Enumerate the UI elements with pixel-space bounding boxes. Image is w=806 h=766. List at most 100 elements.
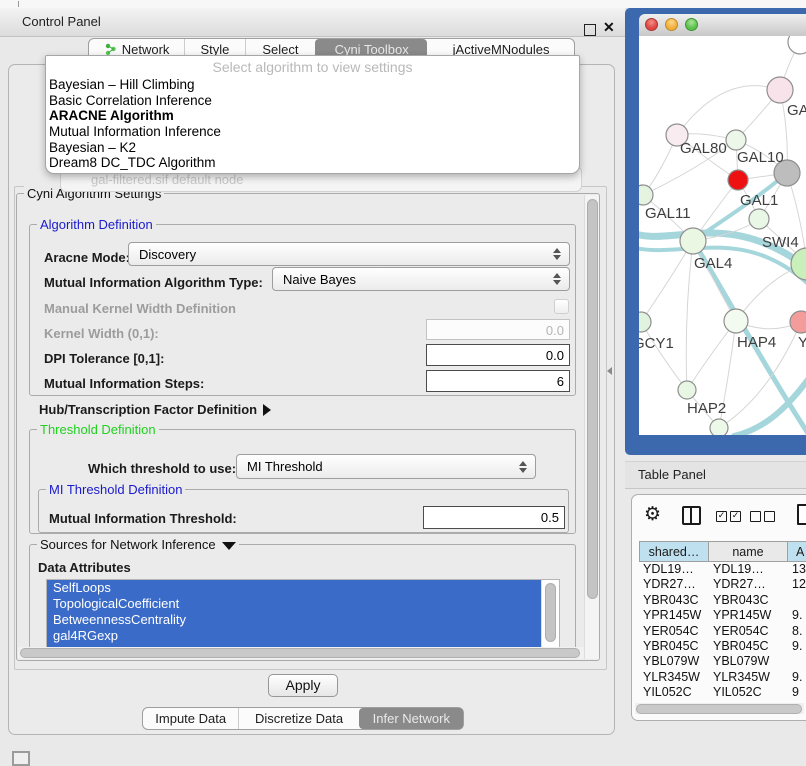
algorithm-dropdown-list: Select algorithm to view settings Bayesi… bbox=[45, 55, 580, 174]
table-row[interactable]: YPR145W YPR145W 9. bbox=[639, 608, 806, 623]
table-hscrollbar-thumb[interactable] bbox=[636, 704, 802, 714]
kernel-width-field[interactable]: 0.0 bbox=[426, 319, 570, 340]
column-header-name[interactable]: name bbox=[709, 541, 788, 562]
table-row[interactable]: YDR27… YDR27… 12 bbox=[639, 577, 806, 592]
node-label: GAL80 bbox=[680, 140, 727, 157]
algorithm-option[interactable]: Dream8 DC_TDC Algorithm bbox=[46, 155, 579, 171]
mi-steps-field[interactable]: 6 bbox=[426, 370, 570, 392]
node-label: HAP2 bbox=[687, 400, 726, 417]
list-scrollbar-thumb[interactable] bbox=[545, 583, 556, 642]
node-big-green[interactable] bbox=[791, 248, 806, 280]
node-label: GAL4 bbox=[694, 255, 732, 272]
settings-scrollbar-track[interactable] bbox=[584, 195, 599, 659]
node-unlabeled-top[interactable] bbox=[788, 36, 806, 54]
table-row[interactable]: YIL052C YIL052C 9 bbox=[639, 685, 806, 700]
table-row[interactable]: YBR045C YBR045C 9. bbox=[639, 639, 806, 654]
mi-algorithm-type-value: Naive Bayes bbox=[283, 272, 356, 287]
minimized-panel-icon[interactable] bbox=[12, 751, 30, 766]
manual-kernel-width-checkbox[interactable] bbox=[554, 299, 569, 314]
node-gal10[interactable] bbox=[726, 130, 746, 150]
dpi-tolerance-field[interactable]: 0.0 bbox=[426, 344, 570, 366]
table-row[interactable]: YBL079W YBL079W bbox=[639, 654, 806, 669]
gear-icon[interactable]: ⚙ bbox=[644, 503, 661, 525]
network-window-titlebar[interactable] bbox=[639, 14, 806, 37]
tab-discretize-data[interactable]: Discretize Data bbox=[238, 708, 358, 729]
aracne-mode-select[interactable]: Discovery bbox=[128, 242, 570, 266]
node-label: GCY1 bbox=[639, 335, 674, 352]
mi-algorithm-type-select[interactable]: Naive Bayes bbox=[272, 267, 570, 291]
node-swi4[interactable] bbox=[749, 209, 769, 229]
aracne-mode-value: Discovery bbox=[139, 247, 196, 262]
node-salmon[interactable] bbox=[790, 311, 806, 333]
expander-right-icon bbox=[263, 404, 271, 416]
node-label: GAL1 bbox=[740, 192, 778, 209]
node-hap2[interactable] bbox=[678, 381, 696, 399]
table-row[interactable]: YLR345W YLR345W 9. bbox=[639, 670, 806, 685]
application-root: Control Panel ✕ gal-filtered.sif default… bbox=[0, 0, 806, 762]
settings-hscrollbar-track[interactable] bbox=[18, 647, 584, 659]
tab-infer-network-label: Infer Network bbox=[373, 711, 450, 726]
tab-impute-data[interactable]: Impute Data bbox=[143, 708, 238, 729]
table-row[interactable]: YBR043C YBR043C bbox=[639, 593, 806, 608]
network-graph: GAL GAL80 GAL10 GAL1 GAL11 SWI4 GAL4 HAP… bbox=[639, 36, 806, 435]
node-gal4[interactable] bbox=[680, 228, 706, 254]
control-panel-titlebar: Control Panel ✕ bbox=[0, 8, 625, 37]
attribute-item[interactable]: BetweennessCentrality bbox=[47, 612, 541, 628]
hub-definition-expander[interactable]: Hub/Transcription Factor Definition bbox=[39, 402, 271, 417]
sources-title: Sources for Network Inference bbox=[40, 537, 216, 552]
algorithm-option[interactable]: Mutual Information Inference bbox=[46, 124, 579, 140]
node-hap4[interactable] bbox=[724, 309, 748, 333]
data-attributes-label: Data Attributes bbox=[38, 560, 131, 575]
attribute-item[interactable]: SelfLoops bbox=[47, 580, 541, 596]
algorithm-option[interactable]: Bayesian – K2 bbox=[46, 140, 579, 156]
attribute-item[interactable]: gal4RGexp bbox=[47, 628, 541, 644]
dpi-tolerance-label: DPI Tolerance [0,1]: bbox=[44, 351, 164, 366]
table-header-row: shared… name A bbox=[639, 541, 806, 562]
tab-infer-network[interactable]: Infer Network bbox=[359, 708, 463, 729]
sources-collapse-toggle[interactable]: Sources for Network Inference bbox=[37, 537, 239, 552]
split-view-icon[interactable] bbox=[682, 506, 701, 525]
node-label: GAL11 bbox=[645, 205, 691, 222]
column-header-partial[interactable]: A bbox=[788, 541, 806, 562]
node-gal-cut[interactable] bbox=[767, 77, 793, 103]
algorithm-option[interactable]: Basic Correlation Inference bbox=[46, 93, 579, 109]
select-all-icon[interactable]: ✓ ✓ bbox=[716, 511, 741, 522]
node-gal11[interactable] bbox=[639, 185, 653, 205]
network-node-labels: GAL GAL80 GAL10 GAL1 GAL11 SWI4 GAL4 HAP… bbox=[639, 102, 806, 417]
close-icon[interactable]: ✕ bbox=[603, 19, 615, 36]
list-scrollbar-track[interactable] bbox=[541, 580, 559, 648]
attribute-item[interactable]: TopologicalCoefficient bbox=[47, 596, 541, 612]
settings-hscrollbar-thumb[interactable] bbox=[20, 648, 580, 658]
node-gcy1[interactable] bbox=[639, 312, 651, 332]
zoom-traffic-light[interactable] bbox=[685, 18, 698, 31]
algorithm-option-selected[interactable]: ARACNE Algorithm bbox=[46, 108, 579, 124]
mi-threshold-definition-group: MI Threshold Definition Mutual Informati… bbox=[38, 489, 569, 533]
mi-steps-label: Mutual Information Steps: bbox=[44, 376, 204, 391]
mi-threshold-label: Mutual Information Threshold: bbox=[49, 511, 237, 526]
algorithm-option[interactable]: Bayesian – Hill Climbing bbox=[46, 77, 579, 93]
panel-resize-handle[interactable] bbox=[607, 367, 612, 375]
threshold-definition-group: Threshold Definition Which threshold to … bbox=[29, 429, 576, 534]
minimize-traffic-light[interactable] bbox=[665, 18, 678, 31]
algorithm-definition-title: Algorithm Definition bbox=[37, 217, 156, 232]
document-icon[interactable] bbox=[797, 504, 806, 525]
apply-button[interactable]: Apply bbox=[268, 674, 338, 697]
collapse-down-icon bbox=[222, 542, 236, 550]
table-hscrollbar-track[interactable] bbox=[635, 703, 804, 714]
tab-discretize-data-label: Discretize Data bbox=[255, 711, 343, 726]
close-traffic-light[interactable] bbox=[645, 18, 658, 31]
settings-scrollbar-thumb[interactable] bbox=[587, 199, 598, 599]
network-view-window[interactable]: GAL GAL80 GAL10 GAL1 GAL11 SWI4 GAL4 HAP… bbox=[625, 8, 806, 455]
mi-threshold-field[interactable]: 0.5 bbox=[423, 506, 565, 529]
node-gal1[interactable] bbox=[728, 170, 748, 190]
deselect-all-icon[interactable] bbox=[750, 511, 775, 522]
node-label: HAP4 bbox=[737, 334, 776, 351]
network-canvas[interactable]: GAL GAL80 GAL10 GAL1 GAL11 SWI4 GAL4 HAP… bbox=[639, 36, 806, 435]
table-row[interactable]: YER054C YER054C 8. bbox=[639, 624, 806, 639]
column-header-shared-name[interactable]: shared… bbox=[639, 541, 709, 562]
node-bottom[interactable] bbox=[710, 419, 728, 435]
node-label: SWI4 bbox=[762, 234, 799, 251]
float-window-icon[interactable] bbox=[584, 24, 596, 36]
table-row[interactable]: YDL19… YDL19… 13 bbox=[639, 562, 806, 577]
which-threshold-select[interactable]: MI Threshold bbox=[236, 454, 536, 479]
